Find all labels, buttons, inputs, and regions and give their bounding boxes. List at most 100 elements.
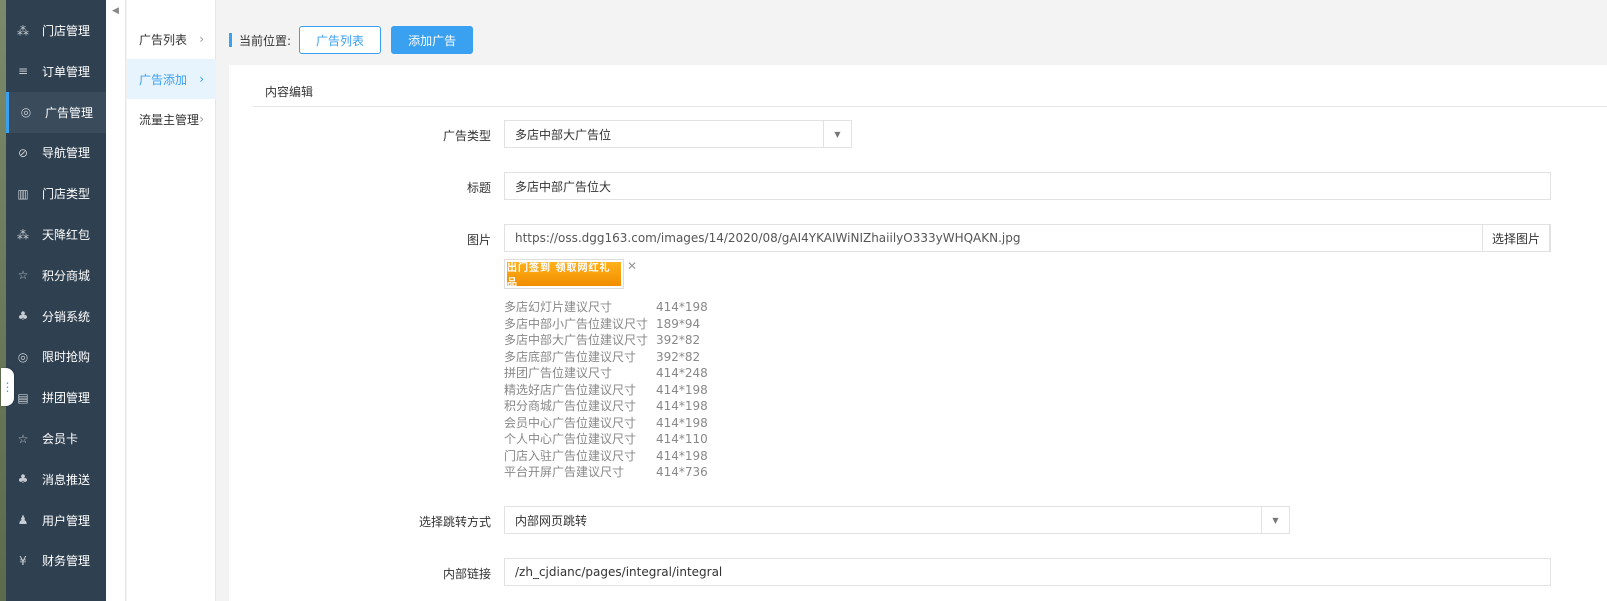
size-hint-name: 多店中部小广告位建议尺寸: [504, 316, 649, 331]
sidebar-item-label: 门店类型: [42, 187, 91, 202]
size-hint-row: 拼团广告位建议尺寸 414*248: [504, 365, 708, 382]
sidebar-item-10[interactable]: ☆ 会员卡: [6, 418, 106, 459]
size-hint-name: 会员中心广告位建议尺寸: [504, 415, 637, 430]
chevron-down-icon: ▼: [823, 121, 851, 147]
size-hint-value: 414*248: [656, 366, 708, 380]
sidebar-item-0[interactable]: ⁂ 门店管理: [6, 10, 106, 51]
inner-link-input[interactable]: /zh_cjdianc/pages/integral/integral: [504, 558, 1551, 586]
users-icon: ♣: [17, 472, 29, 487]
main-sidebar: ⁂ 门店管理 ≡ 订单管理 ◎ 广告管理 ⊘ 导航管理 ▥ 门店类型 ⁂ 天降红包 ☆ 积分商城 ♣ 分销系统…: [6, 0, 106, 601]
sidebar-item-9[interactable]: ▤ 拼团管理: [6, 377, 106, 418]
size-hint-value: 414*736: [656, 465, 708, 479]
size-hint-row: 多店底部广告位建议尺寸 392*82: [504, 349, 708, 366]
sidebar-item-label: 订单管理: [42, 64, 91, 79]
size-hints-list: 多店幻灯片建议尺寸 414*198 多店中部小广告位建议尺寸 189*94 多店中部大广…: [504, 299, 708, 481]
newspaper-icon: ▤: [17, 390, 29, 405]
sidebar-item-label: 天降红包: [42, 228, 91, 242]
content-panel: 内容编辑 广告类型 多店中部大广告位 ▼ 标题 多店中部广告位大 图片 http…: [229, 65, 1607, 601]
size-hint-value: 414*198: [656, 300, 708, 314]
chevron-right-icon: ›: [199, 32, 204, 46]
star-icon: ☆: [17, 431, 29, 446]
breadcrumb: 当前位置: 广告列表 添加广告: [229, 26, 474, 54]
sidebar-item-4[interactable]: ▥ 门店类型: [6, 173, 106, 214]
sub-navigation: 广告列表 › 广告添加 › 流量主管理 ›: [127, 0, 216, 601]
subnav-item-label: 广告列表: [139, 32, 188, 47]
size-hint-name: 个人中心广告位建议尺寸: [504, 432, 637, 446]
sidebar-item-7[interactable]: ♣ 分销系统: [6, 296, 106, 337]
ad-list-button[interactable]: 广告列表: [299, 26, 382, 54]
size-hint-row: 积分商城广告位建议尺寸 414*198: [504, 398, 708, 415]
jump-type-select[interactable]: 内部网页跳转 ▼: [504, 506, 1290, 534]
sidebar-item-12[interactable]: ♟ 用户管理: [6, 500, 106, 541]
sidebar-item-label: 会员卡: [42, 432, 79, 446]
subnav-item-label: 广告添加: [139, 72, 188, 87]
sidebar-item-13[interactable]: ¥ 财务管理: [6, 540, 106, 581]
sidebar-item-8[interactable]: ◎ 限时抢购: [6, 336, 106, 377]
sidebar-item-label: 门店管理: [42, 24, 91, 38]
size-hint-value: 189*94: [656, 316, 701, 331]
size-hint-value: 414*110: [656, 432, 708, 446]
size-hint-row: 个人中心广告位建议尺寸 414*110: [504, 431, 708, 448]
remove-image-icon[interactable]: ✕: [627, 259, 637, 273]
breadcrumb-label: 当前位置:: [239, 33, 292, 48]
sidebar-item-11[interactable]: ♣ 消息推送: [6, 459, 106, 500]
yen-icon: ¥: [19, 553, 27, 568]
size-hint-name: 拼团广告位建议尺寸: [504, 366, 613, 380]
size-hint-row: 多店中部小广告位建议尺寸 189*94: [504, 316, 708, 333]
support-icon: ◎: [20, 105, 32, 120]
subnav-item-label: 流量主管理: [139, 112, 200, 127]
chevron-right-icon: ›: [199, 72, 204, 86]
size-hint-name: 门店入驻广告位建议尺寸: [504, 448, 637, 463]
size-hint-name: 平台开屏广告建议尺寸: [504, 465, 625, 479]
thumbnail-banner: 出门签到 领取网红礼品: [507, 262, 621, 289]
sidebar-item-6[interactable]: ☆ 积分商城: [6, 255, 106, 296]
chevron-right-icon: ›: [199, 112, 204, 126]
title-input[interactable]: 多店中部广告位大: [504, 172, 1551, 200]
sidebar-item-label: 导航管理: [42, 146, 91, 161]
cubes-icon: ⁂: [17, 23, 29, 38]
star-icon: ☆: [17, 268, 29, 283]
choose-image-button[interactable]: 选择图片: [1482, 224, 1550, 252]
list-icon: ≡: [17, 64, 29, 79]
size-hint-name: 多店中部大广告位建议尺寸: [504, 333, 649, 347]
cubes-icon: ⁂: [17, 227, 29, 242]
sidebar-item-3[interactable]: ⊘ 导航管理: [6, 132, 106, 173]
title-label: 标题: [466, 181, 491, 195]
subnav-item-2[interactable]: 流量主管理 ›: [127, 99, 216, 139]
sidebar-item-label: 限时抢购: [42, 350, 91, 365]
size-hint-value: 392*82: [656, 349, 701, 364]
size-hint-value: 414*198: [656, 415, 708, 430]
add-ad-button[interactable]: 添加广告: [391, 26, 474, 54]
size-hint-row: 精选好店广告位建议尺寸 414*198: [504, 382, 708, 399]
image-thumbnail: 出门签到 领取网红礼品: [504, 259, 624, 289]
support-icon: ◎: [17, 349, 29, 364]
size-hint-row: 门店入驻广告位建议尺寸 414*198: [504, 448, 708, 465]
size-hint-value: 414*198: [656, 382, 708, 397]
jump-type-value: 内部网页跳转: [515, 513, 588, 528]
ad-type-label: 广告类型: [442, 129, 491, 143]
size-hint-value: 392*82: [656, 333, 701, 347]
size-hint-name: 积分商城广告位建议尺寸: [504, 399, 637, 413]
size-hint-row: 多店幻灯片建议尺寸 414*198: [504, 299, 708, 316]
sidebar-handle[interactable]: ⋮: [1, 368, 14, 406]
user-icon: ♟: [17, 513, 29, 528]
ad-type-select[interactable]: 多店中部大广告位 ▼: [504, 120, 852, 148]
image-url-input[interactable]: https://oss.dgg163.com/images/14/2020/08…: [504, 224, 1551, 252]
sidebar-item-label: 广告管理: [45, 105, 94, 120]
sidebar-item-label: 积分商城: [42, 268, 91, 283]
users-icon: ♣: [17, 309, 29, 324]
ad-type-value: 多店中部大广告位: [515, 127, 612, 142]
size-hint-value: 414*198: [656, 448, 708, 463]
breadcrumb-marker: [229, 33, 232, 47]
panel-header: 内容编辑: [253, 65, 1607, 107]
sidebar-item-label: 财务管理: [42, 554, 91, 569]
collapse-arrow-icon: ◀: [112, 6, 119, 16]
sidebar-item-1[interactable]: ≡ 订单管理: [6, 51, 106, 92]
subnav-item-0[interactable]: 广告列表 ›: [127, 19, 216, 59]
sidebar-item-5[interactable]: ⁂ 天降红包: [6, 214, 106, 255]
sidebar-item-label: 拼团管理: [42, 391, 91, 406]
subnav-item-1[interactable]: 广告添加 ›: [127, 59, 216, 99]
collapse-subnav-button[interactable]: ◀: [106, 0, 126, 601]
chevron-down-icon: ▼: [1261, 507, 1289, 533]
sidebar-item-2[interactable]: ◎ 广告管理: [6, 91, 106, 133]
